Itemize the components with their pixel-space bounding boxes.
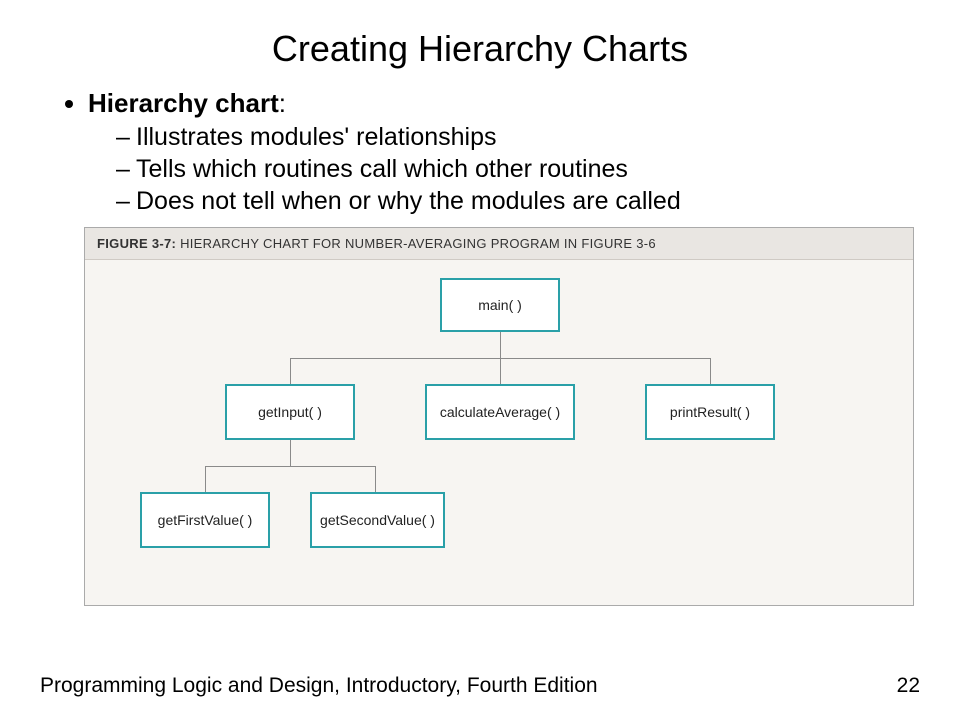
node-getinput: getInput( ) (225, 384, 355, 440)
sub-bullet-list: Illustrates modules' relationships Tells… (88, 121, 898, 217)
connector (290, 440, 291, 466)
figure-label: FIGURE 3-7: (97, 236, 176, 251)
figure-caption: HIERARCHY CHART FOR NUMBER-AVERAGING PRO… (180, 236, 656, 251)
connector (375, 466, 376, 492)
connector (290, 358, 291, 384)
footer-text: Programming Logic and Design, Introducto… (40, 674, 598, 698)
node-getsecondvalue: getSecondValue( ) (310, 492, 445, 548)
figure-header: FIGURE 3-7: HIERARCHY CHART FOR NUMBER-A… (85, 228, 913, 260)
node-calculateaverage: calculateAverage( ) (425, 384, 575, 440)
sub-bullet: Illustrates modules' relationships (116, 121, 898, 153)
connector (205, 466, 375, 467)
slide-title: Creating Hierarchy Charts (0, 0, 960, 88)
page-number: 22 (897, 674, 920, 698)
connector (500, 332, 501, 358)
lead-colon: : (279, 88, 286, 118)
node-printresult: printResult( ) (645, 384, 775, 440)
node-main: main( ) (440, 278, 560, 332)
figure-box: FIGURE 3-7: HIERARCHY CHART FOR NUMBER-A… (84, 227, 914, 606)
bullet-lead: Hierarchy chart: Illustrates modules' re… (88, 88, 898, 217)
sub-bullet: Does not tell when or why the modules ar… (116, 185, 898, 217)
connector (205, 466, 206, 492)
sub-bullet: Tells which routines call which other ro… (116, 153, 898, 185)
connector (500, 358, 501, 384)
node-getfirstvalue: getFirstValue( ) (140, 492, 270, 548)
slide-content: Hierarchy chart: Illustrates modules' re… (0, 88, 960, 606)
figure-diagram: main( ) getInput( ) calculateAverage( ) … (85, 260, 913, 605)
connector (710, 358, 711, 384)
lead-label: Hierarchy chart (88, 88, 279, 118)
bullet-list: Hierarchy chart: Illustrates modules' re… (62, 88, 898, 217)
footer: Programming Logic and Design, Introducto… (40, 674, 920, 698)
